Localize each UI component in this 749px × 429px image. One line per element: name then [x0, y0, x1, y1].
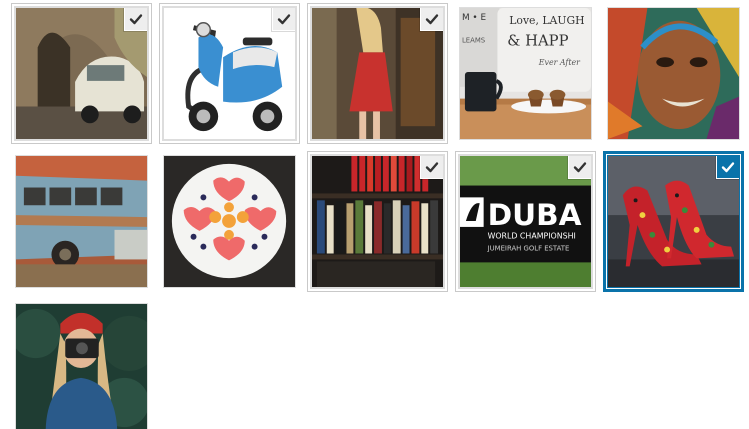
checkmark-icon: [277, 14, 291, 25]
svg-text:JUMEIRAH GOLF ESTATE: JUMEIRAH GOLF ESTATE: [487, 245, 570, 253]
check-toggle[interactable]: [716, 156, 739, 179]
media-item-scooter[interactable]: [163, 7, 296, 140]
svg-text:M • E: M • E: [462, 13, 487, 23]
media-item-dubai-sign[interactable]: DUBA WORLD CHAMPIONSHI JUMEIRAH GOLF EST…: [459, 155, 592, 288]
checkmark-icon: [425, 162, 439, 173]
checkmark-icon: [721, 162, 735, 173]
media-item-fruit-plate[interactable]: [163, 155, 296, 288]
svg-text:Ever After: Ever After: [538, 58, 581, 67]
svg-text:Love, LAUGH: Love, LAUGH: [509, 14, 584, 27]
checkmark-icon: [573, 162, 587, 173]
media-item-bookshelf[interactable]: [311, 155, 444, 288]
svg-text:WORLD CHAMPIONSHI: WORLD CHAMPIONSHI: [488, 232, 576, 241]
check-toggle[interactable]: [272, 8, 295, 31]
svg-text:DUBA: DUBA: [488, 198, 582, 232]
thumbnail-image: M • E LEAMS Love, LAUGH & HAPP Ever Afte…: [460, 8, 591, 139]
media-item-graffiti-face[interactable]: [607, 7, 740, 140]
check-toggle[interactable]: [124, 8, 147, 31]
check-toggle[interactable]: [420, 8, 443, 31]
svg-text:LEAMS: LEAMS: [462, 36, 485, 44]
check-toggle[interactable]: [420, 156, 443, 179]
checkmark-icon: [425, 14, 439, 25]
media-item-street-car[interactable]: [15, 7, 148, 140]
media-grid: M • E LEAMS Love, LAUGH & HAPP Ever Afte…: [0, 0, 749, 429]
check-toggle[interactable]: [568, 156, 591, 179]
media-item-rusty-bus[interactable]: [15, 155, 148, 288]
thumbnail-image: [164, 156, 295, 287]
thumbnail-image: [608, 8, 739, 139]
thumbnail-image: [16, 304, 147, 429]
thumbnail-image: [16, 156, 147, 287]
media-item-high-heels[interactable]: [607, 155, 740, 288]
checkmark-icon: [129, 14, 143, 25]
media-item-camera-woman[interactable]: [15, 303, 148, 429]
media-item-red-dress[interactable]: [311, 7, 444, 140]
media-item-mug-cupcakes[interactable]: M • E LEAMS Love, LAUGH & HAPP Ever Afte…: [459, 7, 592, 140]
svg-text:& HAPP: & HAPP: [507, 32, 568, 49]
